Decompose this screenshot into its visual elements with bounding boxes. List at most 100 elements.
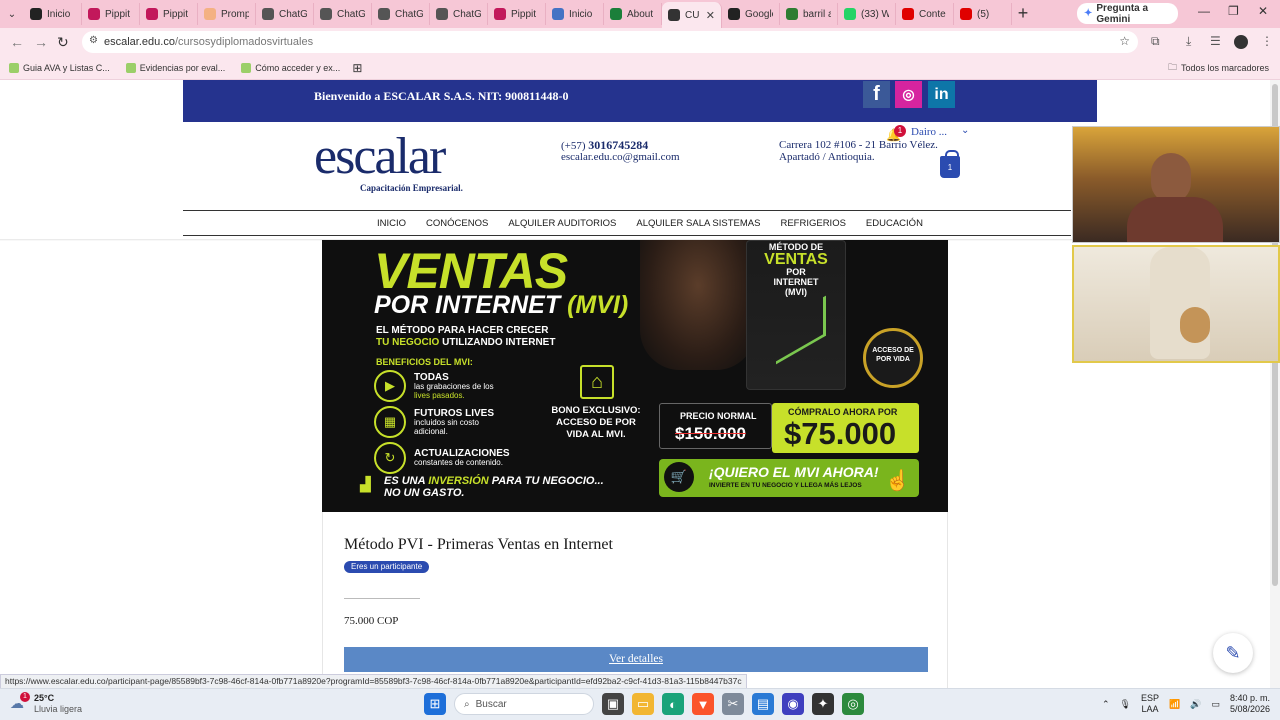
browser-tab[interactable]: ChatGP	[372, 3, 430, 25]
email-contact: escalar.edu.co@gmail.com	[561, 151, 680, 163]
taskbar-search[interactable]: ⌕ Buscar	[454, 693, 594, 715]
bookmark-favicon	[9, 62, 19, 73]
tab-label: Google	[745, 8, 773, 20]
close-window-icon[interactable]: ✕	[1258, 4, 1268, 18]
tab-label: Inicio	[47, 8, 71, 20]
download-icon[interactable]: ⤓	[1186, 34, 1191, 49]
address-bar[interactable]: ⚙ escalar.edu.co/cursosydiplomadosvirtua…	[82, 31, 1138, 53]
browser-tab[interactable]: Pippit	[140, 3, 198, 25]
ask-gemini-button[interactable]: ✦ Pregunta a Gemini	[1077, 3, 1178, 25]
nav-item-alquiler-auditorios[interactable]: ALQUILER AUDITORIOS	[508, 218, 616, 229]
language-indicator[interactable]: ESP LAA	[1141, 693, 1159, 715]
browser-tab[interactable]: About	[604, 3, 662, 25]
view-details-button[interactable]: Ver detalles	[344, 647, 928, 672]
battery-icon[interactable]: ▭	[1211, 699, 1220, 710]
edge-icon[interactable]: ◐	[662, 693, 684, 715]
tab-favicon-icon	[88, 8, 100, 20]
clock[interactable]: 8:40 p. m. 5/08/2026	[1230, 693, 1270, 715]
reading-list-icon[interactable]: ☰	[1210, 34, 1221, 48]
chevron-up-icon[interactable]: ⌃	[1102, 699, 1110, 710]
menu-kebab-icon[interactable]: ⋮	[1261, 34, 1273, 48]
browser-tab[interactable]: Prompt	[198, 3, 256, 25]
tab-favicon-icon	[262, 8, 274, 20]
extensions-icon[interactable]: ⧉	[1151, 34, 1160, 49]
nav-item-conocenos[interactable]: CONÓCENOS	[426, 218, 488, 229]
linkedin-icon[interactable]: in	[928, 81, 955, 108]
tab-favicon-icon	[378, 8, 390, 20]
chat-widget-icon[interactable]: ✎	[1213, 633, 1253, 673]
capcut-icon[interactable]: ✦	[812, 693, 834, 715]
product-title[interactable]: Método PVI - Primeras Ventas en Internet	[344, 536, 613, 554]
browser-tab[interactable]: (5)	[954, 3, 1012, 25]
file-explorer-icon[interactable]: ▭	[632, 693, 654, 715]
escalar-logo[interactable]: escalar Capacitación Empresarial.	[314, 127, 474, 193]
bookmark-star-icon[interactable]: ☆	[1119, 34, 1130, 48]
app-icon[interactable]: ▤	[752, 693, 774, 715]
tab-label: Inicio	[569, 8, 593, 20]
browser-tab[interactable]: CU ✕	[662, 2, 722, 28]
product-banner-image[interactable]: MÉTODO DE VENTAS POR INTERNET (MVI) ACCESO…	[322, 240, 948, 512]
instagram-icon[interactable]: ◎	[895, 81, 922, 108]
nav-item-inicio[interactable]: INICIO	[377, 218, 406, 229]
tab-favicon-icon	[494, 8, 506, 20]
bookmark-item[interactable]: Cómo acceder y ex...	[241, 62, 340, 73]
minimize-icon[interactable]: —	[1198, 4, 1210, 18]
logo-wordmark: escalar	[314, 128, 446, 185]
browser-tab[interactable]: (33) Wh	[838, 3, 896, 25]
nav-item-refrigerios[interactable]: REFRIGERIOS	[780, 218, 845, 229]
chrome-icon[interactable]: ◎	[842, 693, 864, 715]
reload-icon[interactable]: ↻	[57, 34, 69, 51]
facebook-icon[interactable]: f	[863, 81, 890, 108]
back-icon[interactable]: ←	[10, 34, 24, 50]
snipping-tool-icon[interactable]: ✂	[722, 693, 744, 715]
forward-icon[interactable]: →	[34, 34, 48, 50]
wifi-icon[interactable]: 📶	[1169, 699, 1180, 710]
bookmark-item[interactable]: Evidencias por eval...	[125, 62, 225, 73]
chevron-down-icon[interactable]: ⌄	[961, 125, 969, 136]
browser-tab[interactable]: Google	[722, 3, 780, 25]
restore-icon[interactable]: ❐	[1228, 4, 1239, 18]
tab-groups-icon[interactable]: ⊞	[352, 61, 362, 75]
bookmark-item[interactable]: Guia AVA y Listas C...	[9, 62, 110, 73]
nav-item-alquiler-sala-sistemas[interactable]: ALQUILER SALA SISTEMAS	[636, 218, 760, 229]
profile-avatar-icon[interactable]	[1234, 35, 1248, 49]
browser-tab[interactable]: barril a	[780, 3, 838, 25]
webcam-overlay-presenter	[1072, 126, 1280, 243]
user-menu-name[interactable]: Dairo ...	[911, 126, 947, 138]
bookmarks-bar: Guia AVA y Listas C... Evidencias por ev…	[0, 56, 1280, 80]
browser-tab[interactable]: Pippit	[82, 3, 140, 25]
product-price: 75.000 COP	[344, 615, 399, 627]
browser-tab[interactable]: ChatGP	[256, 3, 314, 25]
task-view-icon[interactable]: ▣	[602, 693, 624, 715]
volume-icon[interactable]: 🔊	[1190, 699, 1201, 710]
weather-widget[interactable]: ☁ 1 25°C Lluvia ligera	[10, 692, 82, 715]
tab-list: Inicio Pippit Pippit Prompt ChatGP ChatGP Chat…	[24, 0, 1012, 28]
browser-tab[interactable]: ChatGP	[314, 3, 372, 25]
browser-tab[interactable]: Inicio	[24, 3, 82, 25]
benefit-item: ▶ TODAS las grabaciones de los lives pasad…	[374, 370, 534, 402]
cart-icon[interactable]: 1	[940, 150, 960, 178]
brave-icon[interactable]: ▼	[692, 693, 714, 715]
microphone-icon[interactable]: 🎙	[1120, 699, 1131, 710]
new-tab-button[interactable]: +	[1012, 3, 1034, 25]
benefit-item: ↻ ACTUALIZACIONES constantes de contenido…	[374, 442, 534, 474]
all-bookmarks-button[interactable]: 🗀 Todos los marcadores	[1168, 60, 1269, 76]
bar-chart-icon: ▟	[360, 476, 371, 492]
nav-item-educacion[interactable]: EDUCACIÓN	[866, 218, 923, 229]
close-tab-icon[interactable]: ✕	[706, 9, 715, 22]
tab-favicon-icon	[902, 8, 914, 20]
invest-part: ES UNA	[384, 475, 429, 487]
tab-favicon-icon	[610, 8, 622, 20]
browser-tab[interactable]: Inicio	[546, 3, 604, 25]
windows-start-icon[interactable]: ⊞	[424, 693, 446, 715]
tab-search-button[interactable]: ⌄	[0, 3, 24, 25]
main-nav: INICIO CONÓCENOS ALQUILER AUDITORIOS ALQ…	[377, 211, 923, 235]
sale-price-value: $75.000	[784, 416, 897, 451]
site-info-icon[interactable]: ⚙	[89, 35, 98, 46]
clock-date: 5/08/2026	[1229, 704, 1270, 714]
browser-tab[interactable]: Conte	[896, 3, 954, 25]
obs-icon[interactable]: ◉	[782, 693, 804, 715]
lang-code: ESP	[1140, 693, 1159, 703]
browser-tab[interactable]: ChatGP	[430, 3, 488, 25]
browser-tab[interactable]: Pippit	[488, 3, 546, 25]
